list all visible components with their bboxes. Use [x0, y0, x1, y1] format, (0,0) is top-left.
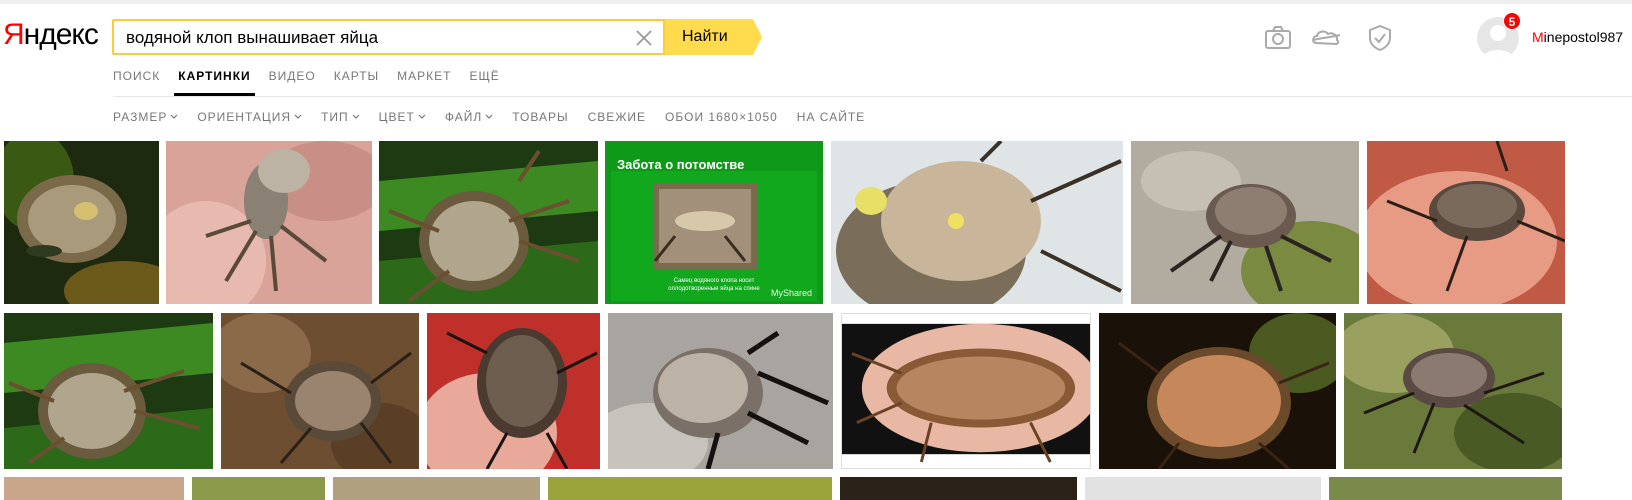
filter-label: РАЗМЕР — [113, 110, 168, 124]
filter-item[interactable]: ЦВЕТ — [379, 110, 426, 124]
image-result[interactable] — [1344, 313, 1562, 469]
filter-label: ТОВАРЫ — [512, 110, 569, 124]
filter-label: ОБОИ 1680×1050 — [665, 110, 778, 124]
service-tab[interactable]: КАРТИНКИ — [174, 69, 256, 96]
services-nav: ПОИСК КАРТИНКИ ВИДЕО КАРТЫ МАРКЕТ ЕЩЁ — [113, 69, 500, 96]
notification-badge[interactable]: 5 — [1503, 12, 1521, 30]
chevron-down-icon — [352, 114, 360, 119]
image-result[interactable] — [4, 477, 184, 500]
filter-item[interactable]: СВЕЖИЕ — [588, 110, 646, 124]
filter-item[interactable]: ТИП — [321, 110, 360, 124]
image-result[interactable] — [166, 141, 372, 304]
image-result[interactable] — [379, 141, 598, 304]
filter-label: ЦВЕТ — [378, 110, 415, 124]
chevron-down-icon — [418, 114, 426, 119]
filter-label: ФАЙЛ — [444, 110, 483, 124]
image-result[interactable] — [427, 313, 600, 469]
image-result[interactable] — [192, 477, 325, 500]
shield-check-icon[interactable] — [1364, 22, 1396, 54]
image-result[interactable] — [4, 141, 159, 304]
slide-title: Забота о потомстве — [617, 157, 745, 172]
image-result[interactable] — [840, 477, 1077, 500]
camera-icon[interactable] — [1262, 22, 1294, 54]
image-result[interactable] — [1367, 141, 1565, 304]
featured-slide-result[interactable]: Забота о потомстве Самец водяного клопа … — [605, 141, 823, 304]
filter-item[interactable]: ТОВАРЫ — [512, 110, 568, 124]
divider — [113, 96, 1632, 97]
filter-item[interactable]: ОБОИ 1680×1050 — [665, 110, 778, 124]
chevron-down-icon — [170, 114, 178, 119]
filter-label: СВЕЖИЕ — [587, 110, 647, 124]
filter-item[interactable]: РАЗМЕР — [113, 110, 178, 124]
service-tab[interactable]: ПОИСК — [113, 69, 160, 95]
image-result[interactable] — [1131, 141, 1359, 304]
chevron-down-icon — [294, 114, 302, 119]
slide-brand: MyShared — [771, 288, 813, 298]
top-border — [0, 0, 1632, 4]
filter-item[interactable]: ОРИЕНТАЦИЯ — [197, 110, 302, 124]
service-tab[interactable]: МАРКЕТ — [397, 69, 451, 95]
filters-bar: РАЗМЕР ОРИЕНТАЦИЯ ТИП ЦВЕТ ФАЙЛ ТОВАРЫ СВЕЖИЕ О… — [113, 110, 865, 124]
image-result[interactable] — [221, 313, 419, 469]
image-result[interactable] — [608, 313, 833, 469]
filter-item[interactable]: ФАЙЛ — [445, 110, 493, 124]
search-button[interactable]: Найти — [665, 19, 762, 55]
service-tab[interactable]: ВИДЕО — [269, 69, 316, 95]
filter-label: ТИП — [321, 110, 349, 124]
yandex-logo[interactable]: Яндекс — [3, 18, 99, 52]
filter-label: ОРИЕНТАЦИЯ — [197, 110, 292, 124]
image-result[interactable] — [831, 141, 1123, 304]
cloud-icon[interactable] — [1310, 22, 1342, 54]
service-tab[interactable]: КАРТЫ — [334, 69, 379, 95]
search-input[interactable] — [126, 27, 606, 49]
username-link[interactable]: Minepostol987 — [1532, 29, 1623, 45]
filter-label: НА САЙТЕ — [796, 110, 866, 124]
image-result[interactable] — [841, 313, 1091, 469]
search-box — [112, 19, 665, 55]
chevron-down-icon — [485, 114, 493, 119]
service-tab[interactable]: ЕЩЁ — [470, 69, 500, 95]
image-result[interactable] — [333, 477, 540, 500]
image-result[interactable] — [548, 477, 832, 500]
image-result[interactable] — [1329, 477, 1562, 500]
filter-item[interactable]: НА САЙТЕ — [797, 110, 865, 124]
clear-icon[interactable] — [633, 27, 655, 49]
image-result[interactable] — [1099, 313, 1336, 469]
image-result[interactable] — [1085, 477, 1321, 500]
image-result[interactable] — [4, 313, 213, 469]
